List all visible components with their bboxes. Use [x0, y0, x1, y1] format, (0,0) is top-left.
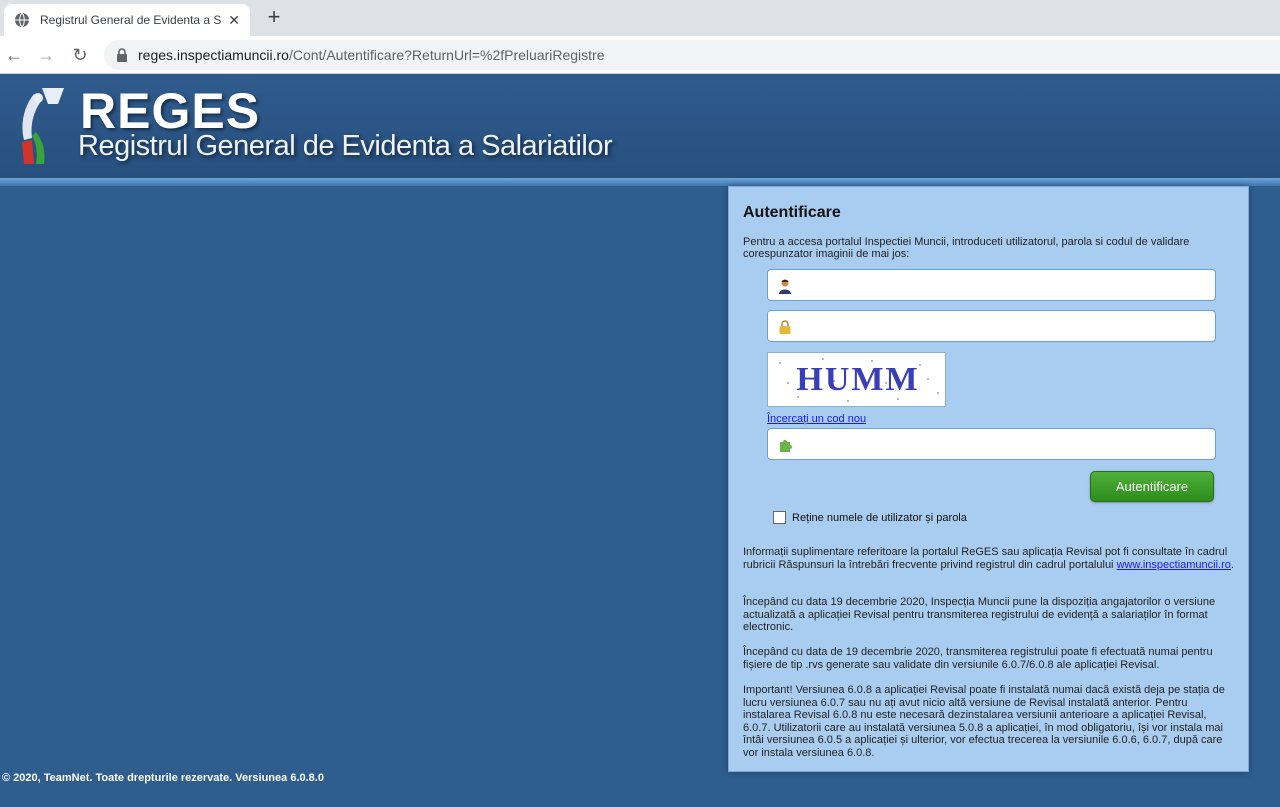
login-title: Autentificare	[743, 204, 841, 221]
new-tab-icon[interactable]: +	[262, 6, 286, 30]
username-field[interactable]	[767, 269, 1216, 301]
url-text: reges.inspectiamuncii.ro/Cont/Autentific…	[138, 47, 605, 63]
remember-label: Reține numele de utilizator și parola	[792, 511, 967, 524]
remember-me[interactable]: Reține numele de utilizator și parola	[773, 511, 967, 524]
back-icon[interactable]: ←	[2, 43, 26, 67]
header-divider	[0, 178, 1280, 186]
puzzle-icon	[780, 440, 792, 452]
info-paragraph-4: Important! Versiunea 6.0.8 a aplicației …	[743, 684, 1225, 759]
globe-icon	[15, 12, 29, 28]
info-paragraph-3: Începând cu data de 19 decembrie 2020, t…	[743, 646, 1213, 671]
user-icon	[779, 279, 791, 294]
login-intro: Pentru a accesa portalul Inspectiei Munc…	[743, 236, 1190, 260]
password-field[interactable]	[767, 310, 1216, 342]
inspectiamuncii-link[interactable]: www.inspectiamuncii.ro	[1117, 559, 1231, 571]
login-button[interactable]: Autentificare	[1090, 471, 1214, 502]
browser-toolbar: ← → ↻ reges.inspectiamuncii.ro/Cont/Aute…	[0, 36, 1280, 74]
brand-subtitle: Registrul General de Evidenta a Salariat…	[78, 130, 613, 162]
login-panel: Autentificare Pentru a accesa portalul I…	[728, 186, 1249, 772]
close-tab-icon[interactable]: ✕	[228, 12, 240, 29]
padlock-icon	[779, 320, 791, 334]
remember-checkbox[interactable]	[773, 511, 786, 524]
new-captcha-link[interactable]: Încercați un cod nou	[767, 413, 866, 425]
password-input[interactable]	[800, 315, 1208, 337]
lock-icon	[117, 48, 127, 62]
footer-copyright: © 2020, TeamNet. Toate drepturile rezerv…	[2, 772, 324, 784]
tab-title: Registrul General de Evidenta a S	[40, 13, 222, 27]
address-bar[interactable]: reges.inspectiamuncii.ro/Cont/Autentific…	[104, 40, 1280, 70]
captcha-input[interactable]	[800, 433, 1208, 455]
captcha-image: HUMM	[767, 352, 946, 407]
info-paragraph-1: Informații suplimentare referitoare la p…	[743, 546, 1234, 571]
reload-icon[interactable]: ↻	[68, 43, 92, 67]
username-input[interactable]	[800, 274, 1208, 296]
info-paragraph-2: Începând cu data 19 decembrie 2020, Insp…	[743, 596, 1216, 633]
browser-tab[interactable]: Registrul General de Evidenta a S ✕	[4, 4, 250, 36]
reges-logo-icon	[22, 88, 64, 164]
forward-icon[interactable]: →	[34, 43, 58, 67]
captcha-field[interactable]	[767, 428, 1216, 460]
captcha-text: HUMM	[796, 361, 920, 398]
browser-tab-bar: Registrul General de Evidenta a S ✕ +	[0, 0, 1280, 36]
